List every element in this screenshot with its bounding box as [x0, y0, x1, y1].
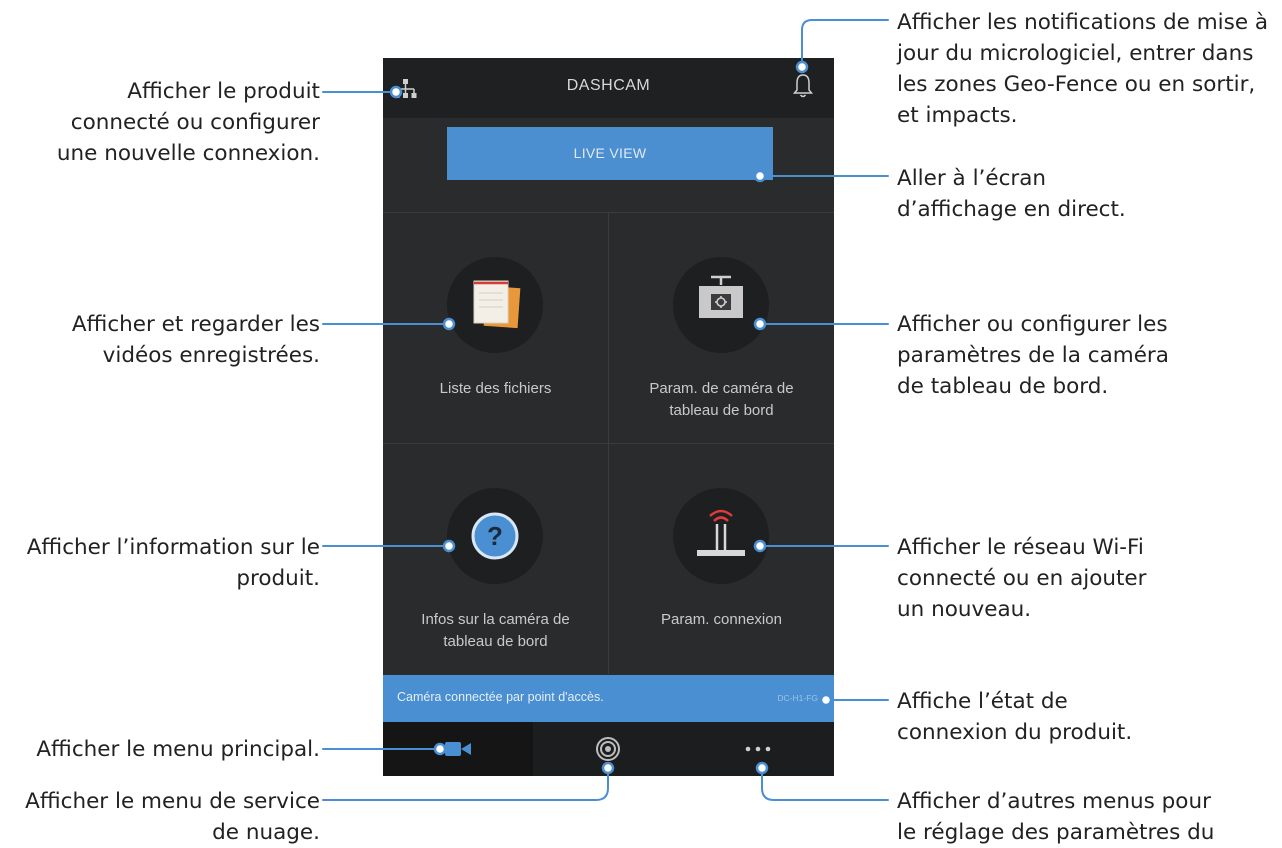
file-list-icon: [473, 280, 521, 329]
annotation-camera-settings: Afficher ou configurer les paramètres de…: [897, 312, 1169, 399]
bell-icon[interactable]: [792, 72, 814, 100]
tile-file-list[interactable]: Liste des fichiers: [383, 213, 608, 443]
tile-connection-settings[interactable]: Param. connexion: [609, 444, 834, 674]
connection-status-text: Caméra connectée par point d'accès.: [397, 690, 604, 704]
annotation-wifi: Afficher le réseau Wi-Fi connecté ou en …: [897, 535, 1147, 622]
annotation-network: Afficher le produit connecté ou configur…: [56, 79, 320, 166]
tile-label: Liste des fichiers: [439, 380, 552, 397]
svg-text:?: ?: [487, 521, 503, 551]
page-title: DASHCAM: [566, 77, 651, 94]
cloud-service-icon: [596, 737, 620, 761]
annotation-cloud-menu: Afficher le menu de service de nuage.: [25, 789, 320, 845]
nav-cloud-service[interactable]: [533, 722, 683, 776]
tile-label: Infos sur la caméra de tableau de bord: [421, 611, 570, 650]
tile-label: Param. connexion: [661, 611, 782, 628]
dashcam-icon: [445, 742, 471, 756]
nav-main-menu[interactable]: [383, 722, 533, 776]
tile-icon-circle: [673, 257, 769, 353]
nav-more[interactable]: [683, 722, 833, 776]
annotation-main-menu: Afficher le menu principal.: [36, 737, 320, 762]
tile-icon-circle: [447, 257, 543, 353]
tile-label: Param. de caméra de tableau de bord: [649, 380, 794, 419]
live-view-button[interactable]: LIVE VIEW: [447, 127, 773, 180]
annotation-other-menus: Afficher d’autres menus pour le réglage …: [897, 789, 1215, 845]
annotation-file-list: Afficher et regarder les vidéos enregist…: [71, 312, 320, 368]
annotation-camera-info: Afficher l’information sur le produit.: [26, 535, 320, 591]
connection-status-bar: Caméra connectée par point d'accès. DC-H…: [383, 675, 834, 722]
device-id: DC-H1-FG: [777, 693, 818, 703]
wifi-router-icon: [697, 509, 745, 556]
help-icon: ?: [471, 512, 519, 560]
tile-icon-circle: [673, 488, 769, 584]
dashcam-settings-icon: [699, 275, 743, 318]
tile-dashcam-info[interactable]: ? Infos sur la caméra de tableau de bord: [383, 444, 608, 674]
bottom-nav: [383, 722, 834, 776]
tile-dashcam-settings[interactable]: Param. de caméra de tableau de bord: [609, 213, 834, 443]
annotation-connection-status: Affiche l’état de connexion du produit.: [897, 689, 1133, 745]
tile-icon-circle: ?: [447, 488, 543, 584]
top-bar: DASHCAM: [383, 58, 834, 118]
annotation-live-view: Aller à l’écran d’affichage en direct.: [897, 166, 1126, 222]
more-icon: [745, 746, 771, 752]
app-screen: DASHCAM LIVE VIEW Liste des fichiers Par…: [383, 58, 834, 776]
annotation-notifications: Afficher les notifications de mise à jou…: [897, 10, 1269, 128]
